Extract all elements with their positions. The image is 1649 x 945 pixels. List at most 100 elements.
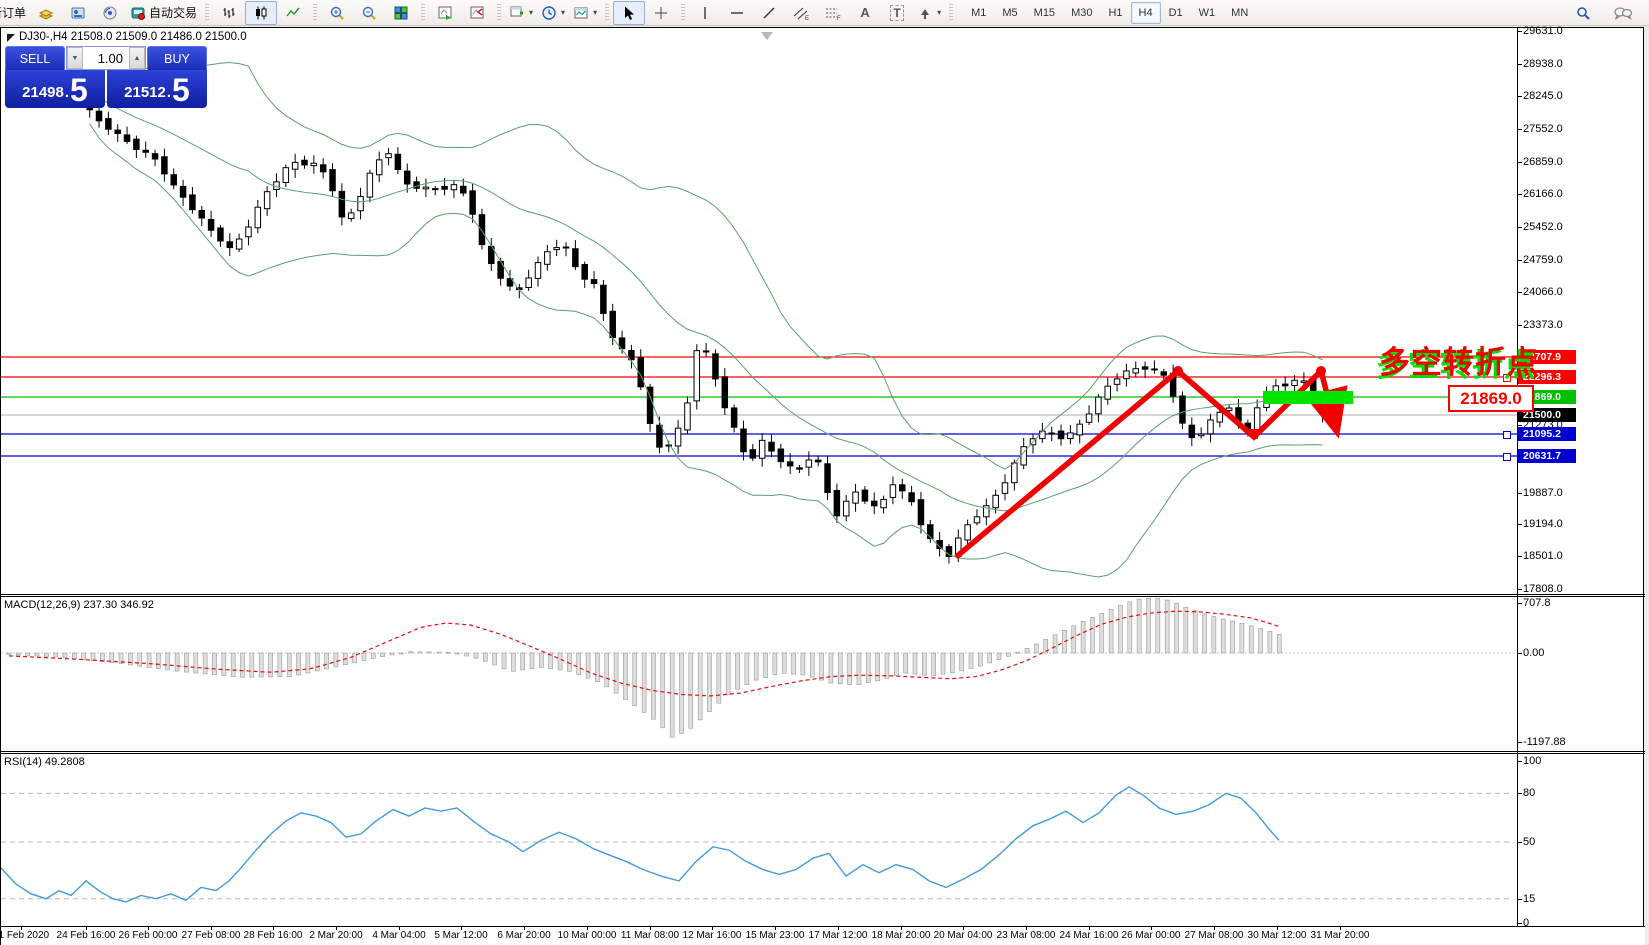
candlestick[interactable] <box>1189 417 1195 446</box>
candlestick[interactable] <box>815 455 821 466</box>
tile-windows-button[interactable] <box>385 1 417 25</box>
timeframe-button-MN[interactable]: MN <box>1223 2 1256 24</box>
candlestick[interactable] <box>134 136 140 158</box>
candlestick[interactable] <box>563 242 569 256</box>
new-order-button[interactable]: 新订单 <box>0 1 30 25</box>
candlestick[interactable] <box>834 484 840 523</box>
panel-separator[interactable] <box>1 594 1645 595</box>
chart-shift-button[interactable] <box>461 1 493 25</box>
candlestick[interactable] <box>124 127 130 145</box>
candlestick[interactable] <box>638 349 644 390</box>
text-label-tool-button[interactable]: T <box>881 1 913 25</box>
candlestick[interactable] <box>825 456 831 500</box>
candlestick[interactable] <box>143 142 149 158</box>
new-chart-dropdown-caret[interactable]: ▾ <box>529 8 533 17</box>
panel-separator[interactable] <box>1 751 1645 752</box>
candlestick[interactable] <box>675 420 681 454</box>
candlestick[interactable] <box>890 477 896 505</box>
zoom-out-button[interactable] <box>353 1 385 25</box>
chart-window[interactable]: 29631.028938.028245.027552.026859.026166… <box>0 27 1644 945</box>
level-price-box[interactable]: 21869.0 <box>1448 385 1534 412</box>
volume-increase-button[interactable]: ▲ <box>129 47 145 69</box>
volume-value[interactable]: 1.00 <box>83 51 129 66</box>
volume-field[interactable]: ▼ 1.00 ▲ <box>66 46 146 70</box>
candlestick[interactable] <box>573 240 579 270</box>
turning-point-annotation[interactable]: 多空转折点 <box>1379 337 1539 382</box>
candlestick[interactable] <box>320 158 326 178</box>
candlestick[interactable] <box>246 220 252 246</box>
candlestick[interactable] <box>918 492 924 533</box>
candlestick[interactable] <box>208 211 214 237</box>
periods-button[interactable]: ▾ <box>537 1 569 25</box>
candlestick[interactable] <box>1021 438 1026 469</box>
arrows-dropdown-caret[interactable]: ▾ <box>937 8 941 17</box>
templates-dropdown-caret[interactable]: ▾ <box>593 8 597 17</box>
new-chart-button[interactable]: ▾ <box>505 1 537 25</box>
candlestick[interactable] <box>423 179 429 197</box>
market-watch-icon[interactable] <box>30 1 62 25</box>
candlestick[interactable] <box>1133 361 1139 377</box>
candlestick[interactable] <box>601 280 607 321</box>
candlestick[interactable] <box>339 183 345 225</box>
candlestick[interactable] <box>591 271 597 288</box>
candlestick[interactable] <box>1086 405 1092 425</box>
macd-indicator-panel[interactable] <box>1 596 1517 751</box>
candlestick[interactable] <box>414 177 420 192</box>
candlestick[interactable] <box>554 240 560 256</box>
candlestick[interactable] <box>1152 360 1158 373</box>
timeframe-button-D1[interactable]: D1 <box>1161 2 1191 24</box>
chat-button[interactable] <box>1607 1 1639 25</box>
green-highlight-bar[interactable] <box>1263 391 1353 404</box>
candlestick[interactable] <box>376 151 382 182</box>
candlestick[interactable] <box>1208 414 1214 443</box>
crosshair-tool-button[interactable] <box>645 1 677 25</box>
timeframe-button-M5[interactable]: M5 <box>994 2 1025 24</box>
level-line-marker[interactable] <box>1503 431 1511 439</box>
candlestick[interactable] <box>451 180 457 198</box>
rsi-indicator-panel[interactable] <box>1 753 1517 926</box>
candlestick-mode-button[interactable] <box>245 1 277 25</box>
timeframe-button-W1[interactable]: W1 <box>1191 2 1224 24</box>
trendline-tool-button[interactable] <box>753 1 785 25</box>
horizontal-line-tool-button[interactable] <box>721 1 753 25</box>
candlestick[interactable] <box>283 165 289 188</box>
candlestick[interactable] <box>348 209 354 222</box>
candlestick[interactable] <box>264 186 270 216</box>
candlestick[interactable] <box>433 186 439 195</box>
candlestick[interactable] <box>1292 375 1298 391</box>
candlestick[interactable] <box>152 150 158 166</box>
fibonacci-tool-button[interactable]: F <box>817 1 849 25</box>
candlestick[interactable] <box>1002 474 1008 500</box>
candlestick[interactable] <box>367 170 373 203</box>
candlestick[interactable] <box>750 444 756 461</box>
autotrading-button[interactable]: 自动交易 <box>126 1 201 25</box>
cursor-tool-button[interactable] <box>613 1 645 25</box>
volume-decrease-button[interactable]: ▼ <box>67 47 83 69</box>
candlestick[interactable] <box>843 495 849 521</box>
candlestick[interactable] <box>545 245 551 271</box>
chart-shift-marker[interactable] <box>761 32 773 40</box>
candlestick[interactable] <box>1058 425 1064 446</box>
bar-chart-mode-button[interactable] <box>213 1 245 25</box>
candlestick[interactable] <box>236 234 242 252</box>
level-line-marker[interactable] <box>1503 453 1511 461</box>
candlestick[interactable] <box>106 112 112 135</box>
candlestick[interactable] <box>1068 425 1074 444</box>
candlestick[interactable] <box>1180 391 1186 429</box>
panel-separator[interactable] <box>1 753 1645 754</box>
equidistant-channel-tool-button[interactable]: E <box>785 1 817 25</box>
candlestick[interactable] <box>974 509 980 525</box>
vertical-line-tool-button[interactable] <box>689 1 721 25</box>
candlestick[interactable] <box>255 200 260 233</box>
periods-dropdown-caret[interactable]: ▾ <box>561 8 565 17</box>
candlestick[interactable] <box>703 343 709 357</box>
candlestick[interactable] <box>853 484 859 512</box>
arrows-tool-button[interactable]: ▾ <box>913 1 945 25</box>
candlestick[interactable] <box>535 256 541 286</box>
candlestick[interactable] <box>871 492 877 514</box>
candlestick[interactable] <box>358 188 364 220</box>
navigator-icon[interactable] <box>94 1 126 25</box>
candlestick[interactable] <box>330 163 336 197</box>
candlestick[interactable] <box>1096 394 1102 422</box>
timeframe-button-H4[interactable]: H4 <box>1131 2 1161 24</box>
